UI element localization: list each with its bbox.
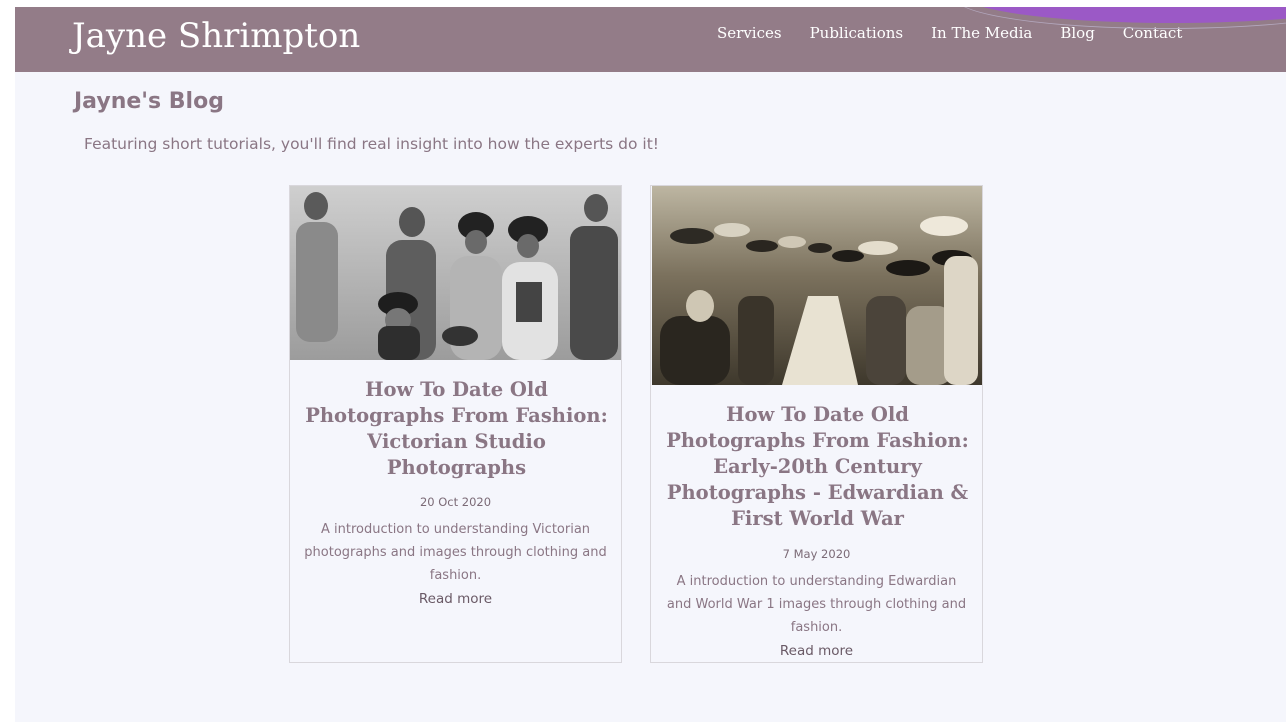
edwardian-street-party-photo-drawing	[652, 186, 982, 385]
victorian-group-photo[interactable]	[290, 186, 621, 360]
read-more-link[interactable]: Read more	[290, 591, 621, 607]
blog-post-card[interactable]: How To Date Old Photographs From Fashion…	[650, 185, 983, 663]
nav-item-services[interactable]: Services	[717, 24, 782, 42]
edwardian-street-party-photo[interactable]	[652, 186, 982, 385]
page: Jayne Shrimpton Services Publications In…	[15, 7, 1286, 722]
nav-item-contact[interactable]: Contact	[1123, 24, 1183, 42]
main-nav: Services Publications In The Media Blog …	[717, 24, 1210, 42]
post-description: A introduction to understanding Edwardia…	[666, 574, 967, 635]
site-title-link[interactable]: Jayne Shrimpton	[72, 16, 360, 56]
page-title: Jayne's Blog	[74, 89, 224, 114]
nav-item-blog[interactable]: Blog	[1060, 24, 1094, 42]
nav-item-in-the-media[interactable]: In The Media	[931, 24, 1032, 42]
post-date: 20 Oct 2020	[419, 495, 492, 509]
nav-item-publications[interactable]: Publications	[810, 24, 904, 42]
post-date: 7 May 2020	[782, 547, 851, 561]
post-description: A introduction to understanding Victoria…	[304, 522, 607, 583]
page-intro: Featuring short tutorials, you'll find r…	[84, 135, 660, 153]
victorian-group-photo-drawing	[290, 186, 621, 360]
post-title-link[interactable]: How To Date Old Photographs From Fashion…	[300, 377, 613, 481]
read-more-link[interactable]: Read more	[651, 643, 982, 659]
post-title-link[interactable]: How To Date Old Photographs From Fashion…	[661, 402, 974, 532]
blog-post-card[interactable]: How To Date Old Photographs From Fashion…	[289, 185, 622, 663]
site-header: Jayne Shrimpton Services Publications In…	[15, 7, 1286, 72]
